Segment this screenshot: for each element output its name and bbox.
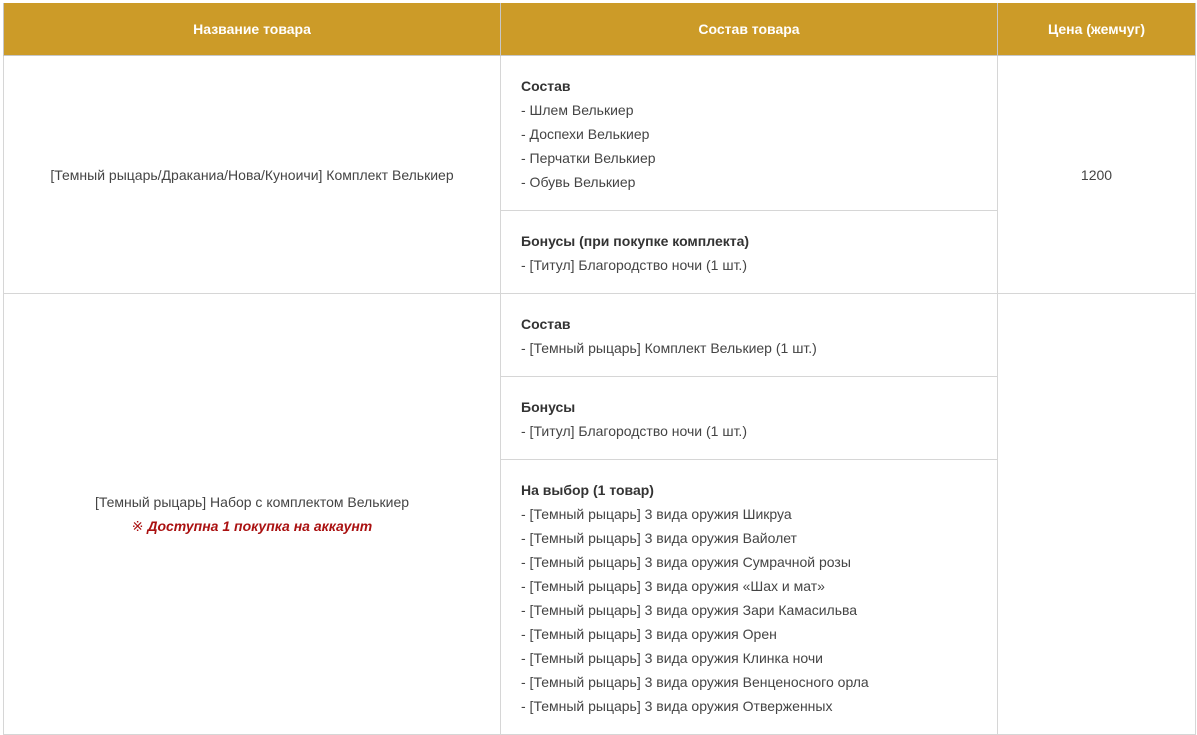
table-row: [Темный рыцарь/Драканиа/Нова/Куноичи] Ко…	[3, 55, 1196, 294]
price-cell: 1200	[997, 55, 1196, 294]
section-title: Бонусы	[521, 399, 576, 415]
notice-mark: ※	[131, 518, 144, 534]
purchase-limit-notice: ※ Доступна 1 покупка на аккаунт	[4, 514, 500, 538]
list-item: - [Темный рыцарь] Комплект Велькиер (1 ш…	[521, 340, 817, 356]
list-item: - [Темный рыцарь] 3 вида оружия Орен	[521, 626, 777, 642]
bonus-section: Бонусы - [Титул] Благородство ночи (1 шт…	[500, 376, 998, 460]
list-item: - [Темный рыцарь] 3 вида оружия Зари Кам…	[521, 602, 858, 618]
header-price: Цена (жемчуг)	[997, 3, 1196, 56]
list-item: - [Темный рыцарь] 3 вида оружия Вайолет	[521, 530, 797, 546]
product-name-cell: [Темный рыцарь] Набор с комплектом Вельк…	[3, 293, 501, 735]
list-item: - [Титул] Благородство ночи (1 шт.)	[521, 423, 747, 439]
composition-section: Состав - [Темный рыцарь] Комплект Вельки…	[500, 293, 998, 377]
list-item: - [Темный рыцарь] 3 вида оружия Венценос…	[521, 674, 869, 690]
list-item: - Доспехи Велькиер	[521, 126, 650, 142]
product-name-cell: [Темный рыцарь/Драканиа/Нова/Куноичи] Ко…	[3, 55, 501, 294]
list-item: - [Темный рыцарь] 3 вида оружия Клинка н…	[521, 650, 823, 666]
list-item: - [Темный рыцарь] 3 вида оружия Сумрачно…	[521, 554, 851, 570]
product-name: [Темный рыцарь] Набор с комплектом Вельк…	[94, 494, 410, 510]
list-item: - Перчатки Велькиер	[521, 150, 656, 166]
product-name: [Темный рыцарь/Драканиа/Нова/Куноичи] Ко…	[50, 166, 454, 183]
section-title: На выбор (1 товар)	[521, 482, 654, 498]
composition-section: Состав - Шлем Велькиер - Доспехи Велькие…	[500, 55, 998, 211]
header-product-composition: Состав товара	[500, 3, 998, 56]
product-table-container: Название товара Состав товара Цена (жемч…	[3, 3, 1196, 735]
product-table: Название товара Состав товара Цена (жемч…	[3, 3, 1196, 735]
list-item: - Обувь Велькиер	[521, 174, 636, 190]
section-title: Состав	[521, 78, 571, 94]
choice-section: На выбор (1 товар) - [Темный рыцарь] 3 в…	[500, 459, 998, 735]
section-title: Состав	[521, 316, 571, 332]
notice-text: Доступна 1 покупка на аккаунт	[147, 518, 373, 534]
list-item: - [Темный рыцарь] 3 вида оружия Шикруа	[521, 506, 792, 522]
list-item: - [Темный рыцарь] 3 вида оружия Отвержен…	[521, 698, 833, 714]
table-row: [Темный рыцарь] Набор с комплектом Вельк…	[3, 293, 1196, 735]
price-value: 1200	[1080, 166, 1113, 183]
section-title: Бонусы (при покупке комплекта)	[521, 233, 750, 249]
bonus-section: Бонусы (при покупке комплекта) - [Титул]…	[500, 210, 998, 294]
header-product-name: Название товара	[3, 3, 501, 56]
list-item: - [Титул] Благородство ночи (1 шт.)	[521, 257, 747, 273]
table-header-row: Название товара Состав товара Цена (жемч…	[3, 3, 1196, 56]
list-item: - [Темный рыцарь] 3 вида оружия «Шах и м…	[521, 578, 825, 594]
price-cell	[997, 293, 1196, 735]
list-item: - Шлем Велькиер	[521, 102, 634, 118]
